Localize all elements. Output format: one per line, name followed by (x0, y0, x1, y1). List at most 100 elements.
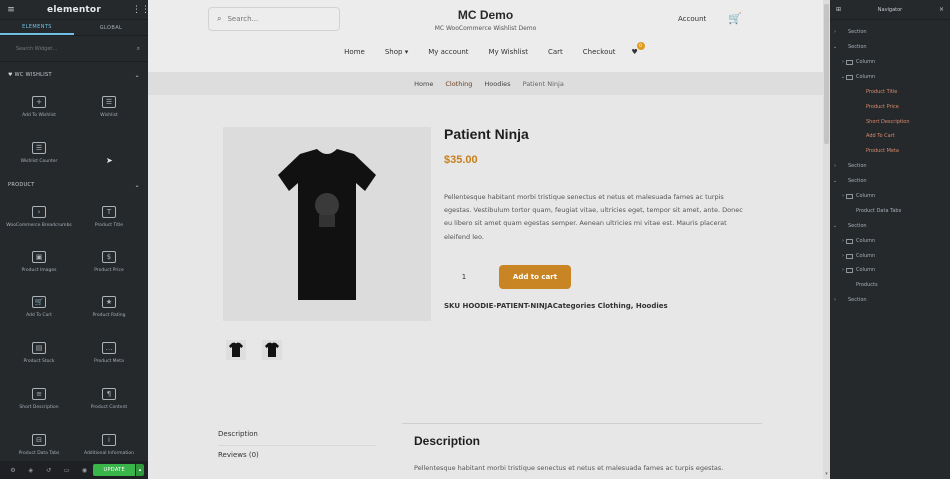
navigator-row[interactable]: › Column (830, 250, 950, 262)
category-wc-wishlist[interactable]: ♥ WC WISHLIST ⌄ (0, 68, 148, 82)
cart-icon: 🛒 (32, 296, 46, 308)
scroll-down-arrow-icon[interactable]: ▾ (823, 471, 830, 479)
title-icon: T (102, 206, 116, 218)
widget-label: Wishlist (100, 113, 118, 118)
navigator-row-label: Section (848, 223, 867, 229)
widget-product-title[interactable]: T Product Title (74, 202, 144, 240)
search-icon: ⌕ (136, 44, 140, 52)
wishlist-counter[interactable]: ♥ 0 (632, 42, 645, 56)
description-text: Pellentesque habitant morbi tristique se… (414, 464, 724, 472)
meta-icon: … (102, 342, 116, 354)
widget-product-rating[interactable]: ★ Product Rating (74, 292, 144, 330)
history-icon[interactable]: ↺ (40, 467, 58, 474)
navigator-row[interactable]: › Column (830, 235, 950, 247)
nav-shop[interactable]: Shop ▾ (385, 48, 408, 56)
navigator-row[interactable]: › Column (830, 190, 950, 202)
navigator-row[interactable]: Products (830, 279, 950, 291)
navigator-header: ⊞ Navigator × (830, 0, 950, 20)
widget-label: Additional Information (83, 451, 135, 456)
close-icon[interactable]: × (939, 6, 944, 13)
layers-icon[interactable]: ◈ (22, 467, 40, 474)
widget-wishlist[interactable]: ☰ Wishlist (74, 92, 144, 130)
element-type-icon (846, 253, 853, 259)
navigator-row[interactable]: Product Data Tabs (830, 205, 950, 217)
update-options-arrow-icon[interactable]: ▴ (136, 464, 145, 476)
tab-elements[interactable]: ELEMENTS (0, 20, 74, 35)
preview-eye-icon[interactable]: ◉ (76, 467, 94, 474)
nav-my-account[interactable]: My account (428, 48, 468, 56)
add-to-cart-button[interactable]: Add to cart (499, 265, 571, 289)
tab-global[interactable]: GLOBAL (74, 20, 148, 35)
elementor-logo: elementor (47, 4, 101, 15)
panel-footer: ⚙ ◈ ↺ ▭ ◉ UPDATE ▴ (0, 461, 148, 479)
element-type-icon (846, 193, 853, 199)
preview-scrollbar[interactable]: ▾ (823, 0, 830, 479)
navigator-row[interactable]: Product Meta (830, 145, 950, 157)
navigator-row[interactable]: ⌄ Section (830, 41, 950, 53)
tab-reviews[interactable]: Reviews (0) (218, 451, 259, 459)
widget-short-description[interactable]: ≡ Short Description (4, 384, 74, 422)
navigator-row[interactable]: Product Title (830, 86, 950, 98)
plus-square-icon: + (32, 96, 46, 108)
nav-cart[interactable]: Cart (548, 48, 563, 56)
site-search-box[interactable]: ⌕ (208, 7, 340, 31)
tab-description[interactable]: Description (218, 430, 258, 438)
settings-gear-icon[interactable]: ⚙ (4, 467, 22, 474)
navigator-title: Navigator (877, 6, 903, 13)
nav-home[interactable]: Home (344, 48, 365, 56)
widget-product-meta[interactable]: … Product Meta (74, 338, 144, 376)
widget-product-images[interactable]: ▣ Product Images (4, 247, 74, 285)
product-title: Patient Ninja (444, 126, 529, 142)
hamburger-menu-icon[interactable]: ≡ (6, 5, 16, 15)
widget-label: WooCommerce Breadcrumbs (6, 223, 72, 228)
quantity-field[interactable]: 1 (444, 267, 484, 287)
navigator-row[interactable]: › Column (830, 264, 950, 276)
site-search-input[interactable] (227, 15, 328, 23)
navigator-row-label: Column (856, 59, 876, 65)
category-product[interactable]: PRODUCT ⌄ (0, 178, 148, 192)
widget-label: Product Content (90, 405, 128, 410)
cart-icon[interactable]: 🛒 (728, 12, 742, 25)
breadcrumb-clothing[interactable]: Clothing (445, 80, 472, 88)
update-button[interactable]: UPDATE (93, 464, 136, 476)
breadcrumb-home[interactable]: Home (414, 80, 433, 88)
widget-product-stock[interactable]: ▤ Product Stock (4, 338, 74, 376)
product-thumbnail-2[interactable] (262, 340, 282, 360)
widget-search-input[interactable] (8, 45, 137, 52)
nav-checkout[interactable]: Checkout (583, 48, 616, 56)
navigator-row[interactable]: › Section (830, 26, 950, 38)
product-thumbnail-1[interactable] (226, 340, 246, 360)
widget-label: Wishlist Counter (20, 159, 58, 164)
widget-woocommerce-breadcrumbs[interactable]: › WooCommerce Breadcrumbs (4, 202, 74, 240)
account-link[interactable]: Account (678, 15, 706, 23)
widget-add-to-wishlist[interactable]: + Add To Wishlist (4, 92, 74, 130)
navigator-row[interactable]: Short Description (830, 116, 950, 128)
widget-add-to-cart[interactable]: 🛒 Add To Cart (4, 292, 74, 330)
navigator-row[interactable]: ⌄ Column (830, 71, 950, 83)
element-type-icon (838, 164, 845, 169)
site-title[interactable]: MC Demo (388, 8, 583, 22)
stock-icon: ▤ (32, 342, 46, 354)
widget-wishlist-counter[interactable]: ☰ Wishlist Counter (4, 138, 74, 176)
navigator-row[interactable]: ⌄ Section (830, 220, 950, 232)
breadcrumb-hoodies[interactable]: Hoodies (484, 80, 510, 88)
tabs-icon: ⊟ (32, 434, 46, 446)
element-type-icon (856, 134, 863, 139)
nav-my-wishlist[interactable]: My Wishlist (489, 48, 528, 56)
navigator-row[interactable]: › Section (830, 160, 950, 172)
widget-search: ⌕ (0, 36, 148, 62)
widgets-grid-icon[interactable]: ⋮⋮ (132, 5, 148, 15)
navigator-row[interactable]: ⌄ Section (830, 175, 950, 187)
widget-product-content[interactable]: ¶ Product Content (74, 384, 144, 422)
product-main-image[interactable] (223, 127, 431, 321)
navigator-row[interactable]: Add To Cart (830, 130, 950, 142)
responsive-icon[interactable]: ▭ (58, 467, 76, 474)
scrollbar-thumb[interactable] (824, 4, 829, 144)
navigator-row[interactable]: Product Price (830, 101, 950, 113)
breadcrumb: Home Clothing Hoodies Patient Ninja (148, 72, 830, 95)
element-type-icon (846, 238, 853, 244)
widget-product-price[interactable]: $ Product Price (74, 247, 144, 285)
navigator-row[interactable]: › Section (830, 294, 950, 306)
product-meta: SKU HOODIE-PATIENT-NINJACategories Cloth… (444, 302, 668, 310)
navigator-row[interactable]: › Column (830, 56, 950, 68)
